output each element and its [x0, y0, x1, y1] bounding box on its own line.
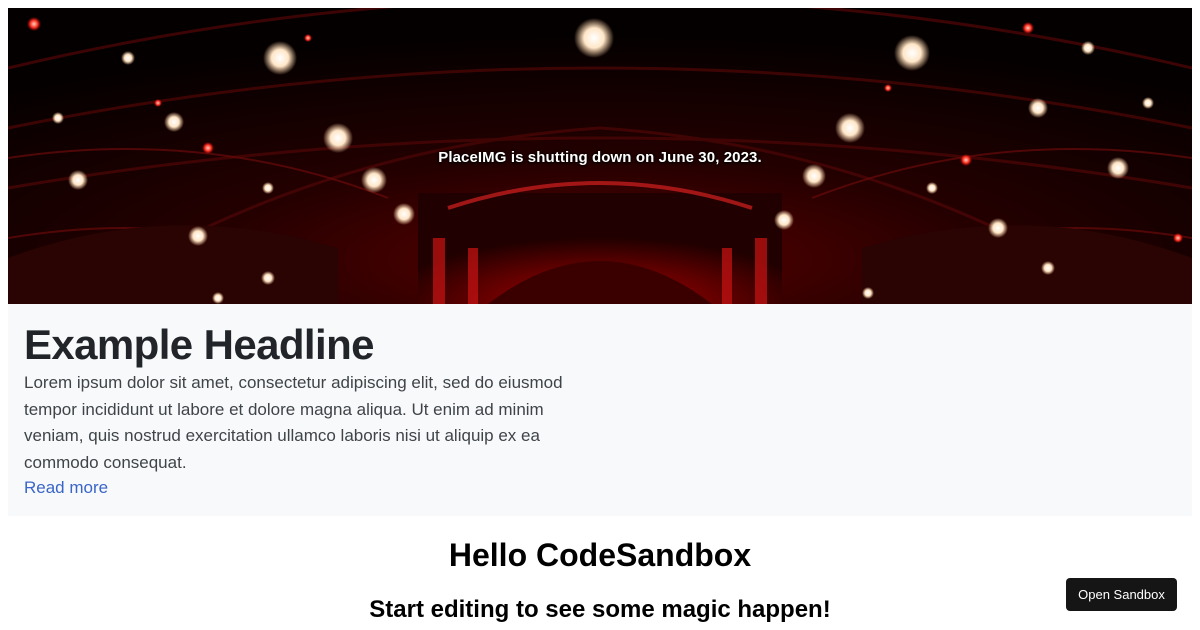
- app-subtitle: Start editing to see some magic happen!: [369, 596, 831, 623]
- page: PlaceIMG is shutting down on June 30, 20…: [0, 0, 1200, 630]
- placeholder-notice: PlaceIMG is shutting down on June 30, 20…: [438, 149, 762, 166]
- hero-image: PlaceIMG is shutting down on June 30, 20…: [8, 8, 1192, 304]
- read-more-link[interactable]: Read more: [24, 477, 108, 499]
- card-body: Example Headline Lorem ipsum dolor sit a…: [8, 304, 1192, 516]
- card-body-text: Lorem ipsum dolor sit amet, consectetur …: [24, 373, 563, 472]
- card-headline: Example Headline: [24, 321, 374, 368]
- open-sandbox-button[interactable]: Open Sandbox: [1066, 578, 1177, 611]
- app-title: Hello CodeSandbox: [448, 537, 752, 573]
